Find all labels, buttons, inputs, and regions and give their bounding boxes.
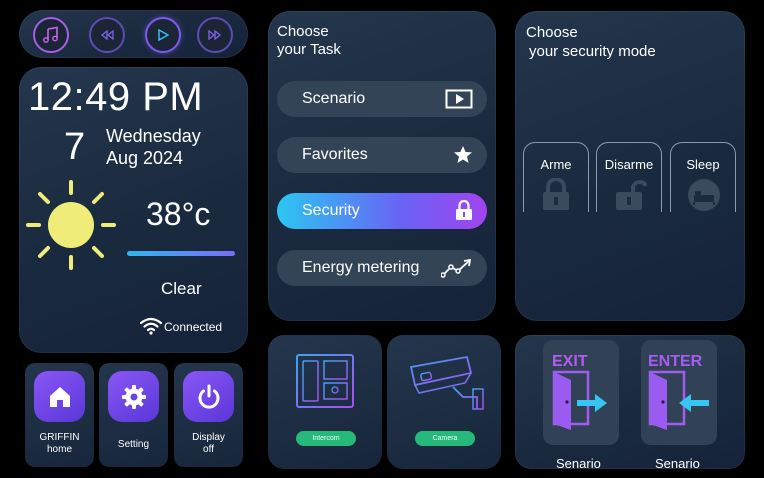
app-label-line2: off — [203, 444, 214, 455]
security-heading-line2: your security mode — [529, 43, 656, 60]
temperature-bar — [127, 251, 235, 256]
mode-label: Sleep — [686, 157, 720, 172]
gear-icon — [121, 384, 146, 409]
task-favorites-button[interactable]: Favorites — [277, 137, 487, 173]
lock-icon — [456, 199, 472, 220]
temperature-value: 38°c — [146, 196, 211, 232]
sun-icon — [26, 180, 116, 270]
sleep-bed-icon — [688, 179, 720, 211]
trend-chart-icon — [441, 258, 472, 278]
security-heading-line1: Choose — [526, 24, 578, 41]
music-button[interactable] — [33, 17, 69, 53]
intercom-icon — [296, 354, 354, 408]
task-heading-line1: Choose — [277, 23, 329, 40]
fast-forward-button[interactable] — [197, 17, 233, 53]
connection-status: Connected — [164, 320, 223, 334]
security-mode-disarme[interactable]: Disarme — [596, 142, 662, 212]
enter-door-icon: ENTER — [648, 353, 709, 430]
exit-door-icon: EXIT — [552, 353, 607, 430]
mode-label: Arme — [540, 157, 572, 172]
camera-tile[interactable]: Camera — [387, 335, 501, 469]
app-tile-display-off[interactable]: Display off — [174, 363, 243, 467]
play-screen-icon — [445, 89, 473, 109]
task-scenario-button[interactable]: Scenario — [277, 81, 487, 117]
task-label: Energy metering — [302, 259, 420, 276]
exit-sign-text: EXIT — [552, 353, 588, 370]
date-month-year: Aug 2024 — [106, 148, 184, 168]
task-label: Scenario — [302, 90, 366, 107]
wifi-icon — [140, 317, 162, 335]
app-label-line1: Display — [192, 432, 225, 443]
camera-label: Camera — [415, 431, 475, 446]
task-label: Favorites — [302, 146, 368, 163]
rewind-button[interactable] — [89, 17, 125, 53]
date-day-number: 7 — [64, 126, 86, 168]
clock-time: 12:49 PM — [28, 75, 204, 119]
scenario-label: Senario — [556, 456, 601, 471]
intercom-label: Intercom — [296, 431, 356, 446]
app-tile-griffin-home[interactable]: GRIFFIN home — [25, 363, 94, 467]
task-heading-line2: your Task — [277, 41, 341, 58]
unlocked-icon — [616, 180, 647, 210]
date-weekday: Wednesday — [106, 126, 201, 146]
scenario-label: Senario — [655, 456, 700, 471]
app-label-line1: GRIFFIN — [39, 432, 80, 443]
mode-label: Disarme — [604, 157, 654, 172]
play-button[interactable] — [145, 17, 181, 53]
app-label-line1: Setting — [117, 439, 150, 450]
app-tile-setting[interactable]: Setting — [99, 363, 168, 467]
home-icon — [49, 386, 70, 407]
security-camera-icon — [409, 355, 484, 410]
power-icon — [198, 384, 219, 409]
security-mode-sleep[interactable]: Sleep — [670, 142, 736, 212]
media-control-bar — [19, 10, 248, 58]
task-security-button[interactable]: Security — [277, 193, 487, 229]
enter-scenario-card[interactable]: ENTER Senario — [641, 340, 717, 471]
exit-scenario-card[interactable]: EXIT Senario — [543, 340, 619, 471]
enter-sign-text: ENTER — [648, 353, 703, 370]
locked-icon — [543, 178, 569, 210]
intercom-tile[interactable]: Intercom — [268, 335, 382, 469]
task-energy-metering-button[interactable]: Energy metering — [277, 250, 487, 286]
task-label: Security — [302, 202, 360, 219]
security-mode-arme[interactable]: Arme — [523, 142, 589, 212]
app-label-line2: home — [46, 444, 72, 455]
weather-condition: Clear — [161, 279, 202, 298]
star-icon — [454, 146, 472, 163]
